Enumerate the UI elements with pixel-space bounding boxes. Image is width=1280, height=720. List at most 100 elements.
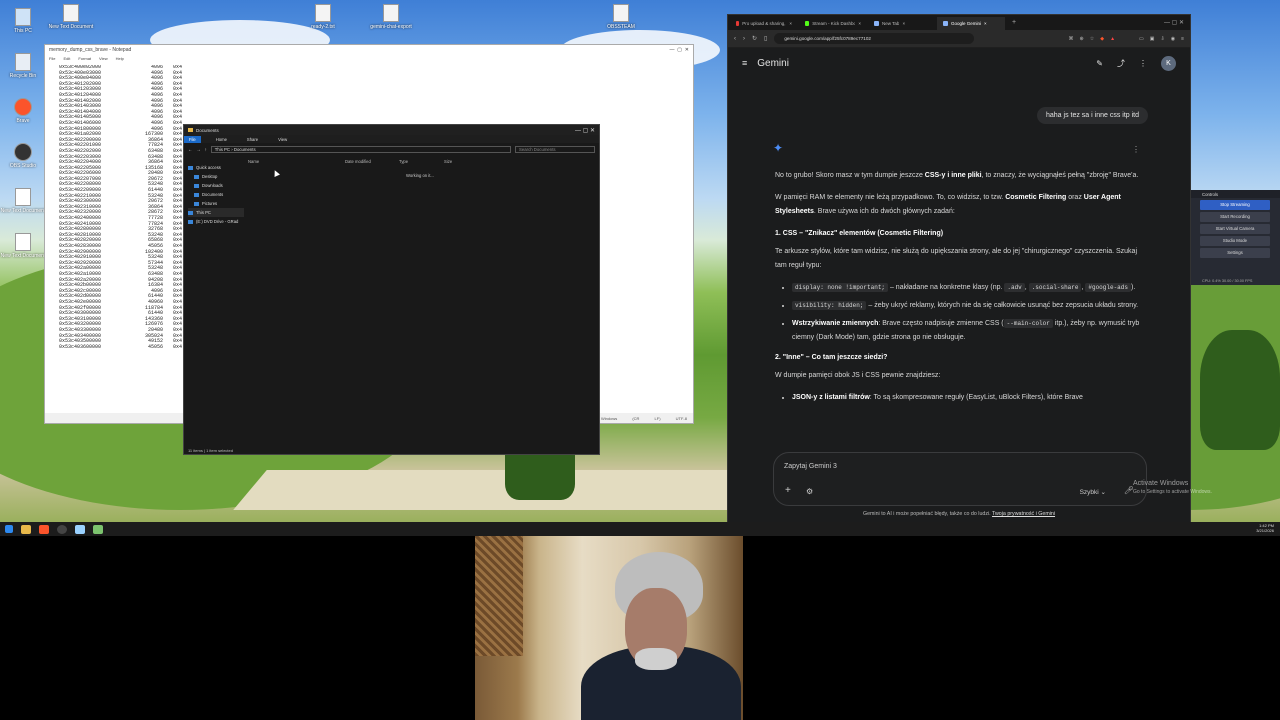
close-icon[interactable]: × [902, 21, 905, 26]
window-controls[interactable]: — ▢ ✕ [1164, 19, 1190, 26]
wallet-icon[interactable]: ▣ [1150, 36, 1155, 42]
favicon-icon [943, 21, 948, 26]
desktop-icon[interactable]: Recycle Bin [0, 53, 46, 79]
column-header-type[interactable]: Type [399, 159, 444, 164]
brave-shield-icon[interactable]: ◆ [1100, 36, 1104, 42]
close-icon[interactable]: × [858, 21, 861, 26]
nav-item[interactable]: Downloads [188, 181, 244, 190]
start-icon[interactable] [5, 525, 13, 533]
bookmark-icon[interactable]: ▯ [764, 35, 767, 42]
browser-window[interactable]: Pro upload & sharing, best orga...×Strea… [727, 14, 1191, 524]
desktop-icon[interactable]: This PC [0, 8, 46, 34]
forward-icon[interactable]: › [743, 36, 745, 42]
more-vert-icon[interactable]: ⋮ [1132, 145, 1140, 154]
ribbon-tab-view[interactable]: View [273, 136, 292, 143]
share-icon[interactable]: ⤴ [1117, 58, 1125, 69]
settings-button[interactable]: Settings [1200, 248, 1270, 258]
tab-label: Pro upload & sharing, best orga... [742, 21, 786, 26]
edit-icon[interactable]: ✎ [1096, 59, 1103, 68]
nav-item[interactable]: Desktop [188, 172, 244, 181]
explorer-ribbon[interactable]: File Home Share View [184, 135, 599, 143]
stop-streaming-button[interactable]: Stop Streaming [1200, 200, 1270, 210]
obs-stats: CPU: 0.4% 30.00 / 30.00 FPS [1202, 279, 1253, 283]
close-icon[interactable]: × [984, 21, 987, 26]
start-recording-button[interactable]: Start Recording [1200, 212, 1270, 222]
prompt-box[interactable]: Zapytaj Gemini 3 + ⚙ Szybki ⌄ 🎤︎ [773, 452, 1147, 506]
model-mode-select[interactable]: Szybki ⌄ [1080, 488, 1106, 496]
desktop-icon[interactable]: OBSSTEAM [598, 4, 644, 30]
close-icon[interactable]: × [789, 21, 792, 26]
up-icon[interactable]: ↑ [205, 147, 207, 152]
avatar[interactable]: K [1161, 55, 1176, 71]
menu-item[interactable]: Edit [63, 56, 70, 62]
column-header-name[interactable]: Name [248, 159, 345, 164]
privacy-link[interactable]: Twoja prywatność i Gemini [992, 511, 1055, 517]
address-bar[interactable]: This PC › Documents [210, 145, 511, 153]
desktop-icon[interactable]: ready-2.txt [300, 4, 346, 30]
browser-tab[interactable]: Pro upload & sharing, best orga...× [730, 17, 798, 30]
reload-icon[interactable]: ↻ [752, 35, 757, 42]
notepad-taskbar-icon[interactable] [75, 524, 85, 534]
url-bar[interactable]: gemini.google.com/app/f25fc0789ec77102 [774, 33, 975, 44]
app-taskbar-icon[interactable] [93, 524, 103, 534]
window-controls[interactable]: — ▢ ✕ [670, 47, 689, 53]
download-icon[interactable]: ⇩ [1161, 36, 1165, 42]
star-icon[interactable]: ☆ [1090, 36, 1094, 42]
nav-item[interactable]: Quick access [188, 163, 244, 172]
new-tab-icon[interactable]: + [1006, 19, 1022, 26]
nav-item[interactable]: (E:) DVD Drive - GRad [188, 217, 244, 226]
hamburger-menu-icon[interactable]: ≡ [742, 58, 747, 68]
brave-taskbar-icon[interactable] [39, 524, 49, 534]
browser-tab[interactable]: Google Gemini × [937, 17, 1005, 30]
back-icon[interactable]: ‹ [734, 36, 736, 42]
column-header-size[interactable]: Size [444, 159, 484, 164]
desktop-icon[interactable]: New Text Document [0, 188, 46, 214]
desktop-icon[interactable]: gemini-chat-export [368, 4, 414, 30]
nav-item[interactable]: This PC [188, 208, 244, 217]
menu-icon[interactable]: ≡ [1181, 36, 1184, 42]
rewards-icon[interactable]: ▲ [1110, 36, 1115, 42]
notepad-titlebar[interactable]: memory_dump_css_brave - Notepad — ▢ ✕ [45, 45, 693, 55]
zoom-icon[interactable]: ⊕ [1080, 36, 1084, 42]
file-explorer-window[interactable]: Documents — ▢ ✕ File Home Share View ← → ↑ … [183, 124, 600, 455]
back-icon[interactable]: ← [188, 147, 192, 152]
menu-item[interactable]: File [49, 56, 55, 62]
desktop-icon-label: Brave [16, 118, 30, 124]
notepad-menubar[interactable]: File Edit Format View Help [45, 55, 693, 63]
ribbon-tab-file[interactable]: File [184, 135, 201, 143]
browser-tab[interactable]: Stream - Kick Dashboard× [799, 17, 867, 30]
desktop-icon[interactable]: OBS Studio [0, 143, 46, 169]
obs-taskbar-icon[interactable] [57, 524, 67, 534]
menu-item[interactable]: View [99, 56, 108, 62]
desktop-icon[interactable]: New Text Document [0, 233, 46, 259]
response-list: JSON-y z listami filtrów: To są skompres… [775, 391, 1145, 405]
menu-item[interactable]: Format [78, 56, 91, 62]
file-explorer-taskbar-icon[interactable] [21, 524, 31, 534]
window-controls[interactable]: — ▢ ✕ [575, 127, 595, 134]
prompt-input[interactable]: Zapytaj Gemini 3 [784, 463, 837, 470]
desktop-icon[interactable]: Brave [0, 98, 46, 124]
explorer-titlebar[interactable]: Documents — ▢ ✕ [184, 125, 599, 135]
studio-mode-button[interactable]: Studio Mode [1200, 236, 1270, 246]
sidebar-icon[interactable]: ▭ [1139, 36, 1144, 42]
more-vert-icon[interactable]: ⋮ [1139, 59, 1147, 68]
add-icon[interactable]: + [785, 485, 791, 496]
ribbon-tab-share[interactable]: Share [242, 136, 263, 143]
tools-icon[interactable]: ⚙ [806, 487, 813, 496]
path-segment[interactable]: Documents [234, 147, 256, 152]
menu-item[interactable]: Help [116, 56, 124, 62]
forward-icon[interactable]: → [196, 147, 200, 152]
search-input[interactable]: Search Documents [515, 145, 595, 153]
path-segment[interactable]: This PC [215, 147, 230, 152]
profile-icon[interactable]: ◉ [1171, 36, 1175, 42]
start-virtual-camera-button[interactable]: Start Virtual Camera [1200, 224, 1270, 234]
taskbar-clock[interactable]: 1:42 PM 3/21/2026 [1256, 523, 1274, 533]
response-paragraph: No to grubo! Skoro masz w tym dumpie jes… [775, 172, 1139, 179]
ribbon-tab-home[interactable]: Home [211, 136, 232, 143]
column-header-date-modified[interactable]: Date modified [345, 159, 399, 164]
nav-item[interactable]: Pictures [188, 199, 244, 208]
desktop-icon[interactable]: New Text Document [48, 4, 94, 30]
nav-item[interactable]: Documents [188, 190, 244, 199]
extension-icon[interactable]: ⌘ [1069, 36, 1074, 42]
browser-tab[interactable]: New Tab × [868, 17, 936, 30]
